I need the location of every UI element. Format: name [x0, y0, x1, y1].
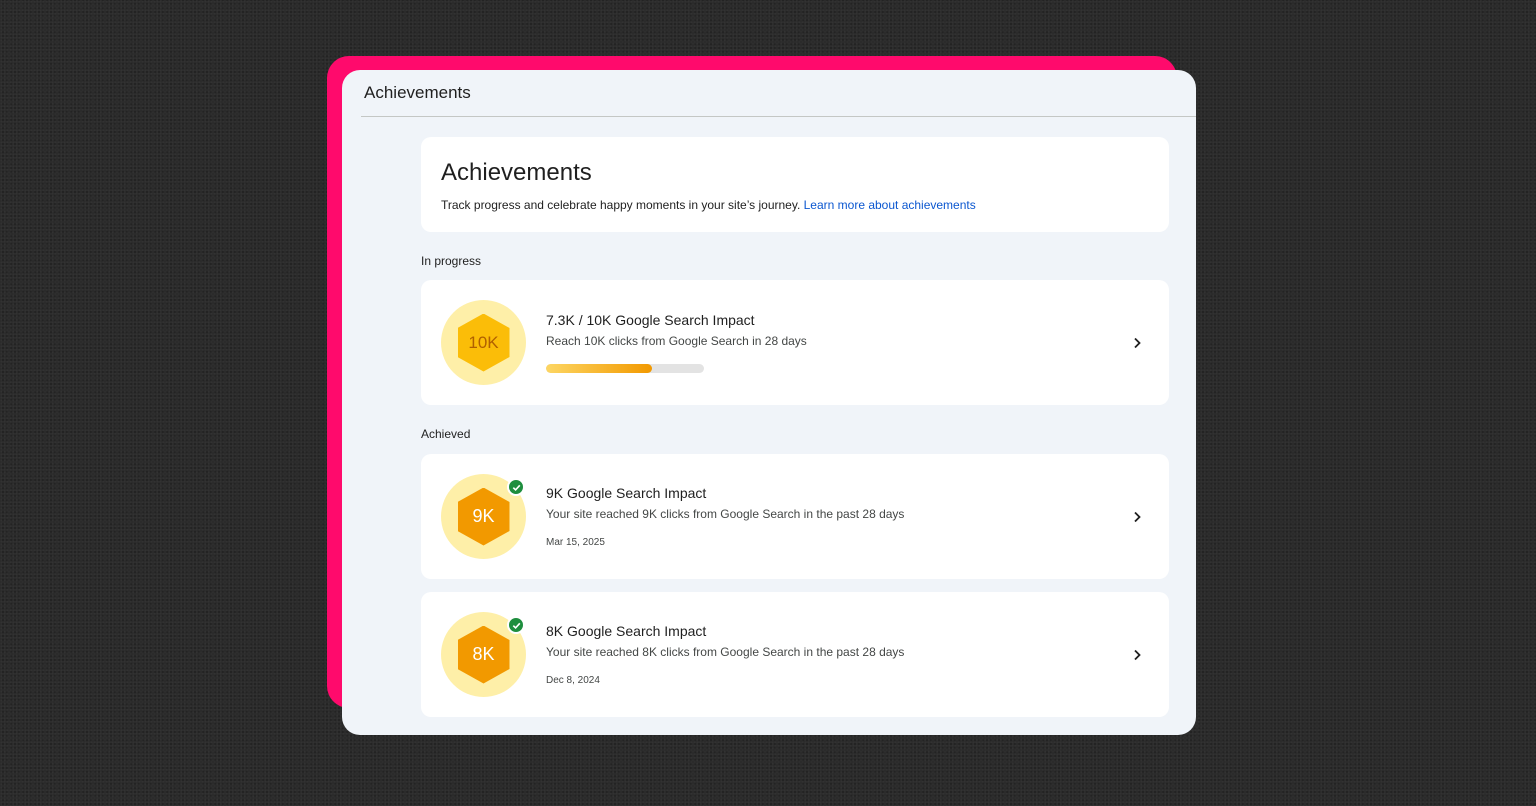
- hexagon-badge-icon: 9K: [457, 487, 510, 546]
- achievement-description: Reach 10K clicks from Google Search in 2…: [546, 334, 807, 348]
- chevron-right-icon[interactable]: [1129, 509, 1145, 525]
- achievement-badge: 8K: [441, 612, 526, 697]
- progress-bar: [546, 364, 704, 373]
- hexagon-badge-icon: 10K: [457, 313, 510, 372]
- achievement-description: Your site reached 9K clicks from Google …: [546, 507, 905, 521]
- achievements-window: Achievements Achievements Track progress…: [342, 70, 1196, 735]
- badge-label: 9K: [472, 506, 495, 526]
- achievement-card-in-progress[interactable]: 10K 7.3K / 10K Google Search Impact Reac…: [421, 280, 1169, 405]
- achievement-body: 8K Google Search Impact Your site reache…: [546, 623, 1169, 686]
- achievement-body: 9K Google Search Impact Your site reache…: [546, 485, 1169, 548]
- achievement-badge: 10K: [441, 300, 526, 385]
- achievements-content: Achievements Track progress and celebrat…: [421, 137, 1169, 717]
- window-title: Achievements: [364, 83, 471, 102]
- chevron-right-icon[interactable]: [1129, 335, 1145, 351]
- intro-description-text: Track progress and celebrate happy momen…: [441, 198, 804, 212]
- badge-label: 8K: [472, 644, 495, 664]
- achievement-title: 7.3K / 10K Google Search Impact: [546, 312, 755, 328]
- window-header: Achievements: [361, 70, 1196, 117]
- achievement-badge: 9K: [441, 474, 526, 559]
- achievement-body: 7.3K / 10K Google Search Impact Reach 10…: [546, 312, 1169, 373]
- achievement-card-achieved[interactable]: 8K 8K Google Search Impact Your site rea…: [421, 592, 1169, 717]
- learn-more-link[interactable]: Learn more about achievements: [804, 198, 976, 212]
- progress-bar-fill: [546, 364, 652, 373]
- badge-label: 10K: [468, 332, 499, 352]
- achievement-card-achieved[interactable]: 9K 9K Google Search Impact Your site rea…: [421, 454, 1169, 579]
- section-label-in-progress: In progress: [421, 254, 482, 268]
- section-label-achieved: Achieved: [421, 427, 471, 441]
- chevron-right-icon[interactable]: [1129, 647, 1145, 663]
- achievement-description: Your site reached 8K clicks from Google …: [546, 645, 905, 659]
- achievement-date: Mar 15, 2025: [546, 537, 605, 548]
- intro-card: Achievements Track progress and celebrat…: [421, 137, 1169, 232]
- achievement-date: Dec 8, 2024: [546, 675, 600, 686]
- check-circle-icon: [507, 616, 525, 634]
- hexagon-badge-icon: 8K: [457, 625, 510, 684]
- check-circle-icon: [507, 478, 525, 496]
- intro-description: Track progress and celebrate happy momen…: [441, 198, 1149, 212]
- page-title: Achievements: [441, 159, 592, 186]
- achievement-title: 9K Google Search Impact: [546, 485, 707, 501]
- achievement-title: 8K Google Search Impact: [546, 623, 707, 639]
